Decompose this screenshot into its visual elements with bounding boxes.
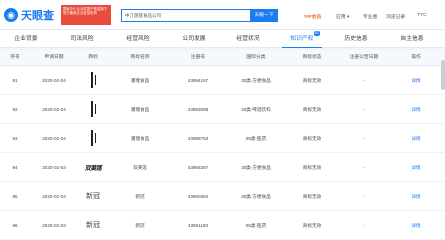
row-pub-date: - [363, 165, 365, 170]
row-date: 2020-02-04 [42, 107, 66, 112]
col-index: 序号 [10, 55, 20, 60]
row-status: 商标无效 [302, 78, 322, 83]
nav-user[interactable]: TYC [417, 13, 427, 18]
col-date: 申请日期 [44, 55, 64, 60]
tab-legal-risk[interactable]: 司法风险 [62, 30, 102, 48]
row-pub-date: - [363, 136, 365, 141]
trademark-image[interactable]: 新冠 [80, 185, 106, 207]
trademark-image[interactable] [80, 69, 106, 91]
table-row: 91 2020-02-04 潘瑞食品 43994167 30类-方便食品 商标无… [0, 66, 445, 95]
promo-banner[interactable]: 国家中小企业发展子基金旗下 官方备案企业征信机构 [61, 5, 111, 25]
row-status: 商标无效 [302, 107, 322, 112]
trademark-image[interactable]: 双黄莲 [80, 156, 106, 178]
tab-count-badge: 81 [314, 31, 320, 36]
table-row: 92 2020-02-04 潘瑞食品 43993088 33类-啤酒饮料 商标无… [0, 95, 445, 124]
logo-text: 天眼查 [21, 10, 54, 22]
table-row: 95 2020-02-03 新冠 新冠 43960384 30类-方便食品 商标… [0, 182, 445, 211]
detail-link[interactable]: 详情 [392, 165, 440, 171]
row-class: 30类-方便食品 [241, 165, 271, 170]
nav-vip[interactable]: VIP会员 [304, 13, 321, 20]
nav-more[interactable]: 浏览记录 [386, 13, 405, 20]
logo[interactable]: ◉ 天眼查 [4, 7, 54, 23]
row-pub-date: - [363, 194, 365, 199]
col-name: 商标名称 [130, 55, 150, 60]
trademark-image[interactable] [80, 127, 106, 149]
row-reg: 43993088 [187, 107, 209, 112]
row-name: 新冠 [135, 223, 145, 228]
nav-app[interactable]: 应用 ▾ [336, 13, 349, 20]
col-pub-date: 注册公告日期 [349, 55, 379, 60]
tab-history[interactable]: 历史信息 [336, 30, 376, 48]
tab-business-risk[interactable]: 经营风险 [118, 30, 158, 48]
row-pub-date: - [363, 223, 365, 228]
row-reg: 43960384 [187, 194, 209, 199]
row-status: 商标无效 [302, 223, 322, 228]
row-status: 商标无效 [302, 194, 322, 199]
detail-link[interactable]: 详情 [392, 78, 440, 84]
row-reg: 43968387 [187, 165, 209, 170]
row-index: 93 [12, 136, 18, 141]
row-class: 33类-啤酒饮料 [241, 107, 271, 112]
row-date: 2020-02-03 [42, 223, 66, 228]
search-input[interactable]: 中汀盘基食品公司 [121, 9, 251, 22]
row-class: 05类-医药 [245, 136, 267, 141]
trademark-table: 序号 申请日期 商标 商标名称 注册号 国际分类 商标状态 注册公告日期 操作 … [0, 50, 445, 240]
section-tabs: 企业背景 司法风险 经营风险 公司发展 经营状况 知识产权 81 历史信息 自主… [0, 30, 445, 48]
col-reg: 注册号 [190, 55, 206, 60]
tab-self-info[interactable]: 自主信息 [390, 30, 434, 48]
col-status: 商标状态 [302, 55, 322, 60]
search-button[interactable]: 天眼一下 [250, 9, 278, 22]
row-index: 91 [12, 78, 18, 83]
row-name: 新冠 [135, 194, 145, 199]
col-mark: 商标 [88, 55, 98, 60]
row-index: 94 [12, 165, 18, 170]
tab-development[interactable]: 公司发展 [174, 30, 214, 48]
detail-link[interactable]: 详情 [392, 107, 440, 113]
row-name: 潘瑞食品 [130, 136, 150, 141]
row-index: 96 [12, 223, 18, 228]
tab-intellectual-property[interactable]: 知识产权 81 [282, 30, 322, 48]
col-class: 国际分类 [246, 55, 266, 60]
row-pub-date: - [363, 107, 365, 112]
detail-link[interactable]: 详情 [392, 194, 440, 200]
row-reg: 43961180 [187, 223, 209, 228]
detail-link[interactable]: 详情 [392, 223, 440, 229]
table-row: 93 2020-02-04 潘瑞食品 43998753 05类-医药 商标无效 … [0, 124, 445, 153]
row-date: 2020-02-04 [42, 136, 66, 141]
row-reg: 43994167 [187, 78, 209, 83]
row-index: 95 [12, 194, 18, 199]
row-date: 2020-02-03 [42, 194, 66, 199]
detail-link[interactable]: 详情 [392, 136, 440, 142]
row-name: 潘瑞食品 [130, 78, 150, 83]
col-action: 操作 [411, 55, 421, 60]
row-date: 2020-02-03 [42, 165, 66, 170]
row-status: 商标无效 [302, 136, 322, 141]
row-index: 92 [12, 107, 18, 112]
trademark-image[interactable]: 新冠 [80, 214, 106, 236]
tab-operations[interactable]: 经营状况 [228, 30, 268, 48]
trademark-image[interactable] [80, 98, 106, 120]
table-header: 序号 申请日期 商标 商标名称 注册号 国际分类 商标状态 注册公告日期 操作 [0, 50, 445, 66]
table-row: 94 2020-02-03 双黄莲 双黄莲 43968387 30类-方便食品 … [0, 153, 445, 182]
logo-eye-icon: ◉ [4, 8, 18, 22]
row-class: 30类-方便食品 [241, 194, 271, 199]
row-name: 潘瑞食品 [130, 107, 150, 112]
row-date: 2020-02-04 [42, 78, 66, 83]
row-pub-date: - [363, 78, 365, 83]
nav-pro[interactable]: 专业版 [363, 13, 377, 20]
table-row: 96 2020-02-03 新冠 新冠 43961180 05类-医药 商标无效… [0, 211, 445, 240]
row-reg: 43998753 [187, 136, 209, 141]
row-class: 30类-方便食品 [241, 78, 271, 83]
tab-company-background[interactable]: 企业背景 [6, 30, 46, 48]
row-status: 商标无效 [302, 165, 322, 170]
top-bar: ◉ 天眼查 国家中小企业发展子基金旗下 官方备案企业征信机构 中汀盘基食品公司 … [0, 0, 445, 30]
row-class: 05类-医药 [245, 223, 267, 228]
row-name: 双黄莲 [133, 165, 147, 170]
scrollbar[interactable] [441, 60, 445, 90]
